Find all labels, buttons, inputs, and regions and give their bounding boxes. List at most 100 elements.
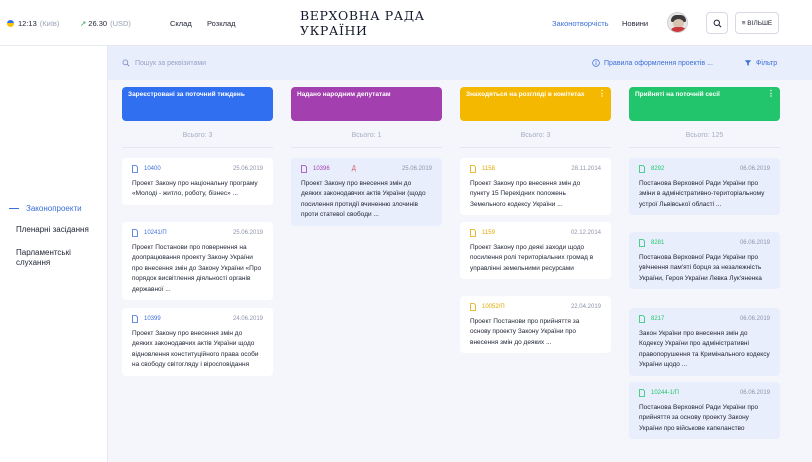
rules-label: Правила оформлення проектів ... — [604, 59, 713, 67]
sidebar-item-plenarni[interactable]: Пленарні засідання — [16, 225, 102, 235]
ukraine-flag-icon — [7, 19, 14, 27]
column-header-provided[interactable]: Надано народним депутатам — [291, 87, 442, 121]
document-icon — [470, 228, 476, 237]
bill-number[interactable]: 1158 — [482, 166, 495, 172]
bill-number[interactable]: 10396 — [313, 166, 330, 172]
info-icon — [592, 59, 600, 67]
column-title: Знаходяться на розгляді в комітетах — [466, 91, 585, 98]
user-avatar[interactable] — [667, 12, 688, 33]
bill-date: 28.11.2014 — [571, 165, 601, 172]
bill-number[interactable]: 8281 — [651, 240, 664, 246]
bill-date: 25.06.2019 — [401, 165, 432, 172]
bill-date: 06.06.2019 — [739, 389, 770, 396]
nav-zakonotvorchist-link[interactable]: Законотворчість — [552, 0, 609, 46]
bill-card[interactable]: 10244-1/П 06.06.2019 Постанова Верховної… — [629, 382, 780, 440]
bill-title[interactable]: Постанова Верховної Ради України про при… — [639, 403, 770, 434]
column-header-committees[interactable]: Знаходяться на розгляді в комітетах ⋮ — [460, 87, 611, 121]
more-menu-button[interactable]: ≡ ВІЛЬШЕ — [735, 12, 779, 34]
column-header-adopted[interactable]: Прийняті на поточній сесії ⋮ — [629, 87, 780, 121]
column-total: Всього: 3 — [182, 132, 213, 139]
currency-widget: ↗ 26.30 (USD) — [80, 0, 131, 46]
column-divider — [291, 147, 442, 148]
bill-date: 25.06.2019 — [232, 229, 263, 236]
bill-card[interactable]: 10399 24.06.2019 Проект Закону про внесе… — [122, 308, 273, 376]
bill-card[interactable]: 10052/П 22.04.2019 Проект Постанови про … — [460, 296, 611, 354]
sidebar-item-zakonoproekty[interactable]: Законопроекти — [26, 204, 112, 214]
document-icon — [639, 164, 645, 173]
filter-label: Фільтр — [756, 59, 778, 67]
column-header-registered[interactable]: Зареєстровані за поточний тиждень — [122, 87, 273, 121]
rate-value: 26.30 — [88, 18, 108, 28]
search-placeholder: Пошук за реквізитами — [135, 59, 207, 67]
bill-card[interactable]: 10241/П 25.06.2019 Проект Постанови про … — [122, 222, 273, 301]
time-city: (Київ) — [39, 18, 60, 28]
document-icon — [639, 388, 645, 397]
rate-currency: (USD) — [110, 18, 131, 28]
bill-title[interactable]: Проект Закону про деякі заходи щодо поси… — [470, 243, 601, 274]
rules-link[interactable]: Правила оформлення проектів ... — [592, 46, 713, 80]
search-input[interactable]: Пошук за реквізитами — [122, 46, 206, 80]
sidebar-item-slukhannia[interactable]: Парламентські слухання — [16, 248, 102, 268]
bill-title[interactable]: Проект Постанови про прийняття за основу… — [470, 317, 601, 348]
filter-button[interactable]: Фільтр — [744, 46, 777, 80]
bill-title[interactable]: Постанова Верховної Ради України про уві… — [639, 253, 770, 284]
bill-card[interactable]: 1159 02.12.2014 Проект Закону про деякі … — [460, 222, 611, 280]
document-icon — [639, 238, 645, 247]
document-icon — [470, 302, 476, 311]
bill-date: 24.06.2019 — [232, 315, 263, 322]
nav-sklad-link[interactable]: Склад — [170, 0, 192, 46]
active-indicator — [9, 208, 19, 209]
bill-date: 22.04.2019 — [570, 303, 601, 310]
bill-number[interactable]: 10244-1/П — [651, 390, 679, 396]
search-button[interactable] — [706, 12, 728, 34]
site-title[interactable]: ВЕРХОВНА РАДА УКРАЇНИ — [300, 0, 484, 46]
column-divider — [629, 147, 780, 148]
time-widget: 12:13 (Київ) — [7, 0, 59, 46]
nav-rozklad-link[interactable]: Розклад — [207, 0, 236, 46]
column-divider — [122, 147, 273, 148]
bill-title[interactable]: Проект Постанови про повернення на доопр… — [132, 243, 263, 295]
bill-date: 06.06.2019 — [739, 239, 770, 246]
column-title: Зареєстровані за поточний тиждень — [128, 91, 245, 98]
bill-date: 06.06.2019 — [739, 165, 770, 172]
time-value: 12:13 — [18, 18, 37, 28]
nav-novyny-link[interactable]: Новини — [622, 0, 648, 46]
document-icon — [639, 314, 645, 323]
column-title: Прийняті на поточній сесії — [635, 91, 720, 98]
bill-number[interactable]: 10399 — [144, 316, 161, 322]
bill-title[interactable]: Закон України про внесення змін до Кодек… — [639, 329, 770, 371]
bill-date: 25.06.2019 — [232, 165, 263, 172]
bill-title[interactable]: Постанова Верховної Ради України про змі… — [639, 179, 770, 210]
filter-icon — [744, 60, 752, 66]
bill-card[interactable]: 10396 Д 25.06.2019 Проект Закону про вне… — [291, 158, 442, 226]
bill-card[interactable]: 10400 25.06.2019 Проект Закону про націо… — [122, 158, 273, 205]
bill-title[interactable]: Проект Закону про внесення змін до деяки… — [132, 329, 263, 371]
more-vertical-icon[interactable]: ⋮ — [598, 90, 606, 98]
bill-number[interactable]: 10400 — [144, 166, 161, 172]
more-vertical-icon[interactable]: ⋮ — [767, 90, 775, 98]
bill-title[interactable]: Проект Закону про внесення змін до деяки… — [301, 179, 432, 221]
bill-number[interactable]: 8292 — [651, 166, 664, 172]
bill-title[interactable]: Проект Закону про національну програму «… — [132, 179, 263, 200]
bill-title[interactable]: Проект Закону про внесення змін до пункт… — [470, 179, 601, 210]
bill-flag: Д — [351, 165, 356, 172]
bill-card[interactable]: 8292 06.06.2019 Постанова Верховної Ради… — [629, 158, 780, 216]
document-icon — [132, 164, 138, 173]
column-divider — [460, 147, 611, 148]
search-icon — [122, 59, 130, 67]
bill-date: 02.12.2014 — [570, 229, 601, 236]
bill-card[interactable]: 1158 28.11.2014 Проект Закону про внесен… — [460, 158, 611, 216]
bill-card[interactable]: 8217 06.06.2019 Закон України про внесен… — [629, 308, 780, 376]
filter-toolbar: Пошук за реквізитами Правила оформлення … — [108, 46, 812, 80]
document-icon — [132, 314, 138, 323]
bill-number[interactable]: 1159 — [482, 230, 495, 236]
bill-date: 06.06.2019 — [739, 315, 770, 322]
top-header: 12:13 (Київ) ↗ 26.30 (USD) Склад Розклад… — [0, 0, 812, 46]
column-total: Всього: 1 — [351, 132, 382, 139]
bill-number[interactable]: 10052/П — [482, 304, 505, 310]
bill-card[interactable]: 8281 06.06.2019 Постанова Верховної Ради… — [629, 232, 780, 290]
bill-number[interactable]: 8217 — [651, 316, 664, 322]
column-total: Всього: 125 — [685, 132, 724, 139]
bill-number[interactable]: 10241/П — [144, 230, 167, 236]
document-icon — [301, 164, 307, 173]
